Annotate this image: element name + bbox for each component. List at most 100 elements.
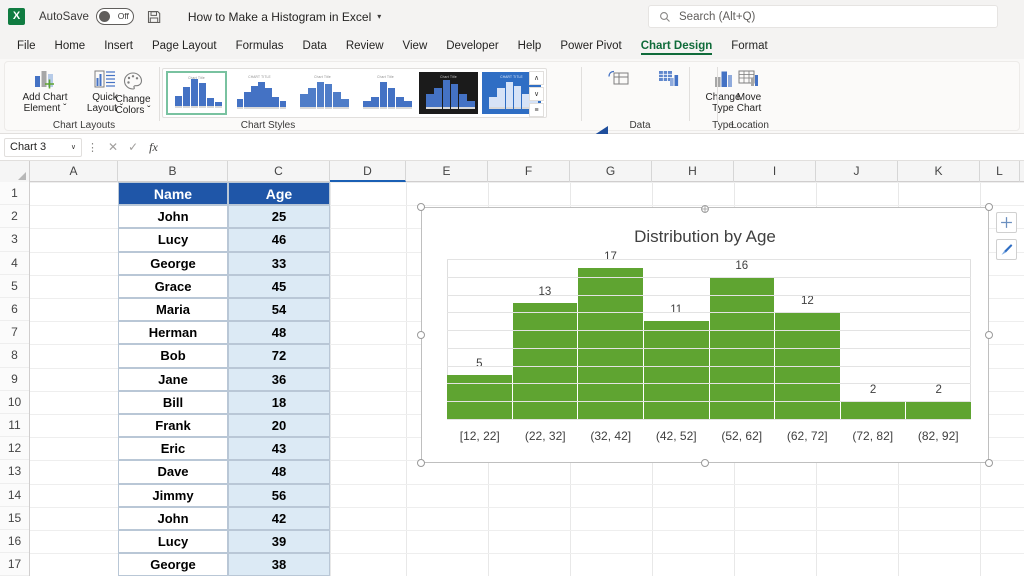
row-header-7[interactable]: 7 bbox=[0, 321, 29, 345]
select-all-corner[interactable] bbox=[0, 161, 30, 182]
cancel-formula-button[interactable]: ✕ bbox=[108, 140, 118, 154]
row-header-2[interactable]: 2 bbox=[0, 205, 29, 229]
cell-C2-age[interactable]: 25 bbox=[228, 205, 330, 229]
cell-B9-name[interactable]: Jane bbox=[118, 367, 228, 391]
cell-C10-age[interactable]: 18 bbox=[228, 390, 330, 414]
chart-bar[interactable]: 2 bbox=[906, 384, 971, 419]
cell-C12-age[interactable]: 43 bbox=[228, 437, 330, 461]
chart-style-thumbnail-1[interactable]: Chart Title bbox=[166, 71, 227, 115]
column-header-D[interactable]: D bbox=[330, 161, 406, 182]
cell-C9-age[interactable]: 36 bbox=[228, 367, 330, 391]
cell-B8-name[interactable]: Bob bbox=[118, 344, 228, 368]
tab-view[interactable]: View bbox=[394, 37, 437, 55]
chart-elements-button[interactable] bbox=[996, 212, 1017, 233]
chart-object[interactable]: Distribution by Age 5 13 17 11 16 12 2 2 [12, 2… bbox=[417, 203, 993, 467]
row-header-1[interactable]: 1 bbox=[0, 182, 29, 206]
chevron-down-icon[interactable]: ▾ bbox=[377, 12, 381, 21]
cell-B5-name[interactable]: Grace bbox=[118, 274, 228, 298]
insert-function-button[interactable]: fx bbox=[149, 140, 158, 155]
tab-page-layout[interactable]: Page Layout bbox=[143, 37, 226, 55]
add-chart-element-button[interactable]: Add Chart Element ˇ bbox=[17, 66, 73, 118]
tab-formulas[interactable]: Formulas bbox=[227, 37, 293, 55]
chart-style-thumbnail-5[interactable]: Chart Title bbox=[418, 71, 479, 115]
cell-B10-name[interactable]: Bill bbox=[118, 390, 228, 414]
confirm-formula-button[interactable]: ✓ bbox=[128, 140, 138, 154]
formula-bar-grip[interactable]: ⋮ bbox=[87, 141, 98, 154]
cell-B6-name[interactable]: Maria bbox=[118, 298, 228, 322]
tab-help[interactable]: Help bbox=[509, 37, 551, 55]
column-header-C[interactable]: C bbox=[228, 161, 330, 182]
name-box[interactable]: Chart 3 ∨ bbox=[4, 137, 82, 157]
chart-handle-br[interactable] bbox=[985, 459, 993, 467]
row-header-17[interactable]: 17 bbox=[0, 553, 29, 576]
row-header-3[interactable]: 3 bbox=[0, 228, 29, 252]
cell-B14-name[interactable]: Jimmy bbox=[118, 483, 228, 507]
chart-handle-mr[interactable] bbox=[985, 331, 993, 339]
tab-format[interactable]: Format bbox=[722, 37, 776, 55]
chart-styles-button[interactable] bbox=[996, 239, 1017, 260]
change-colors-button[interactable]: Change Colors ˇ bbox=[107, 68, 159, 120]
row-header-9[interactable]: 9 bbox=[0, 368, 29, 391]
tab-data[interactable]: Data bbox=[294, 37, 336, 55]
gallery-scroll-up-button[interactable]: ∧ bbox=[529, 71, 544, 85]
tab-developer[interactable]: Developer bbox=[437, 37, 507, 55]
autosave-toggle[interactable]: Off bbox=[95, 8, 134, 25]
formula-input[interactable] bbox=[163, 137, 1018, 157]
search-input[interactable]: Search (Alt+Q) bbox=[648, 5, 998, 28]
chart-styles-gallery[interactable]: Chart Title CHART TITLE Chart Title Chart T… bbox=[162, 68, 547, 118]
save-icon[interactable] bbox=[146, 9, 162, 25]
column-header-L[interactable]: L bbox=[980, 161, 1020, 182]
row-header-10[interactable]: 10 bbox=[0, 391, 29, 414]
chart-bar[interactable]: 11 bbox=[643, 304, 710, 419]
cell-B15-name[interactable]: John bbox=[118, 506, 228, 530]
row-header-11[interactable]: 11 bbox=[0, 414, 29, 438]
cell-B1-name-header[interactable]: Name bbox=[118, 182, 228, 206]
cell-B4-name[interactable]: George bbox=[118, 251, 228, 275]
cell-B2-name[interactable]: John bbox=[118, 205, 228, 229]
cell-C6-age[interactable]: 54 bbox=[228, 298, 330, 322]
cell-C16-age[interactable]: 39 bbox=[228, 530, 330, 554]
cell-C7-age[interactable]: 48 bbox=[228, 321, 330, 345]
cell-C15-age[interactable]: 42 bbox=[228, 506, 330, 530]
cell-C1-age-header[interactable]: Age bbox=[228, 182, 330, 206]
column-header-I[interactable]: I bbox=[734, 161, 816, 182]
gallery-scroll-down-button[interactable]: ∨ bbox=[529, 87, 544, 101]
cell-C17-age[interactable]: 38 bbox=[228, 553, 330, 576]
cell-B11-name[interactable]: Frank bbox=[118, 414, 228, 438]
chart-handle-bc[interactable] bbox=[701, 459, 709, 467]
chart-bar[interactable]: 5 bbox=[447, 358, 513, 419]
chart-bar[interactable]: 2 bbox=[840, 384, 907, 419]
row-header-15[interactable]: 15 bbox=[0, 507, 29, 530]
tab-file[interactable]: File bbox=[8, 37, 45, 55]
tab-chart-design[interactable]: Chart Design bbox=[632, 37, 722, 55]
column-header-B[interactable]: B bbox=[118, 161, 228, 182]
row-header-8[interactable]: 8 bbox=[0, 344, 29, 368]
cell-B3-name[interactable]: Lucy bbox=[118, 228, 228, 252]
chart-style-thumbnail-2[interactable]: CHART TITLE bbox=[229, 71, 290, 115]
chart-title[interactable]: Distribution by Age bbox=[421, 227, 989, 247]
cell-B16-name[interactable]: Lucy bbox=[118, 530, 228, 554]
row-header-13[interactable]: 13 bbox=[0, 460, 29, 484]
tab-power-pivot[interactable]: Power Pivot bbox=[551, 37, 630, 55]
cell-C4-age[interactable]: 33 bbox=[228, 251, 330, 275]
tab-insert[interactable]: Insert bbox=[95, 37, 142, 55]
chart-style-thumbnail-4[interactable]: Chart Title bbox=[355, 71, 416, 115]
chart-handle-ml[interactable] bbox=[417, 331, 425, 339]
document-title[interactable]: How to Make a Histogram in Excel bbox=[188, 10, 371, 24]
chart-bar[interactable]: 17 bbox=[578, 251, 644, 419]
cell-B7-name[interactable]: Herman bbox=[118, 321, 228, 345]
cell-C5-age[interactable]: 45 bbox=[228, 274, 330, 298]
row-header-14[interactable]: 14 bbox=[0, 484, 29, 507]
tab-home[interactable]: Home bbox=[46, 37, 95, 55]
cell-B12-name[interactable]: Eric bbox=[118, 437, 228, 461]
switch-row-column-button[interactable] bbox=[591, 66, 647, 118]
column-header-G[interactable]: G bbox=[570, 161, 652, 182]
column-header-E[interactable]: E bbox=[406, 161, 488, 182]
chart-rotate-handle[interactable] bbox=[700, 201, 710, 213]
row-header-6[interactable]: 6 bbox=[0, 298, 29, 322]
chart-handle-bl[interactable] bbox=[417, 459, 425, 467]
column-header-K[interactable]: K bbox=[898, 161, 980, 182]
row-header-4[interactable]: 4 bbox=[0, 252, 29, 275]
column-header-A[interactable]: A bbox=[30, 161, 118, 182]
tab-review[interactable]: Review bbox=[337, 37, 393, 55]
